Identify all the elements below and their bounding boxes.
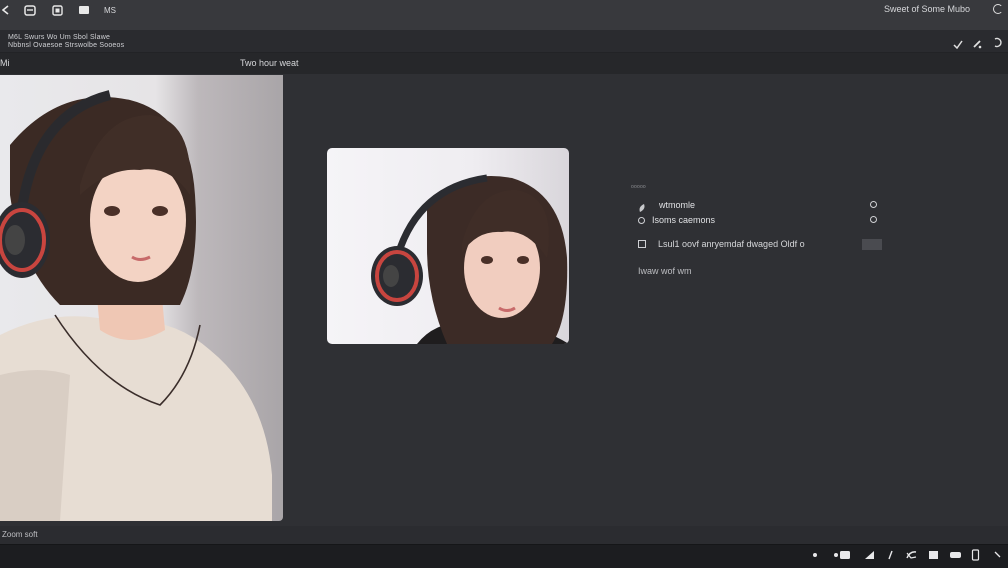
frame-icon[interactable] [51,5,63,16]
menu-label[interactable]: MS [104,6,116,15]
grid-icon [638,240,646,248]
chat-icon[interactable] [949,549,962,565]
status-bar: Zoom soft [0,526,1008,544]
option-label-2: Isoms caemons [652,215,716,225]
puzzle-icon[interactable] [905,549,918,565]
info-line-1: M6L Swurs Wo Um Sbol Slawe [8,34,111,41]
check-icon[interactable] [953,36,963,54]
refresh-icon[interactable] [993,4,1003,14]
option-row-3[interactable]: Lsul1 oovf anryemdaf dwaged Oldf o [638,237,805,251]
option-value-box[interactable] [862,239,882,250]
toggle-icon[interactable] [833,549,851,565]
taskbar [0,544,1008,568]
layers-icon[interactable] [24,5,36,16]
title-bar: MS Sweet of Some Mubo [0,0,1008,30]
preview-image[interactable] [327,148,569,344]
redo-icon[interactable] [992,35,1002,53]
info-line-2: Nbbnsl Ovaesoe Strswolbe Sooeos [8,42,125,49]
option-row-2[interactable]: Isoms caemons [638,213,715,227]
dot-icon[interactable] [812,549,818,565]
option-row-1[interactable]: wtmomle [638,198,695,212]
info-bar: M6L Swurs Wo Um Sbol Slawe Nbbnsl Ovaeso… [0,30,1008,53]
square-icon[interactable] [928,549,939,565]
option-label-1: wtmomle [659,200,696,210]
chevron-icon[interactable] [993,549,1002,565]
shape-icon[interactable] [864,549,876,565]
option-label-3: Lsul1 oovf anryemdaf dwaged Oldf o [658,239,805,249]
radio-icon [638,216,645,224]
option-radio-1[interactable] [870,201,877,208]
pen-icon[interactable] [972,36,982,54]
source-image[interactable] [0,75,283,521]
cursor-icon[interactable] [887,549,895,565]
workspace-title: Sweet of Some Mubo [884,4,971,14]
options-heading: ooooo [631,184,646,190]
path-bar: Mi Two hour weat [0,53,1008,74]
back-icon[interactable] [0,5,12,15]
leaf-icon [638,200,645,212]
status-text: Zoom soft [2,530,38,539]
path-label[interactable]: Mi [0,58,10,68]
option-note: Iwaw wof wm [638,266,692,276]
tab-current[interactable]: Two hour weat [240,58,299,68]
option-radio-2[interactable] [870,216,877,223]
folder-icon[interactable] [78,5,90,15]
phone-icon[interactable] [971,549,980,565]
